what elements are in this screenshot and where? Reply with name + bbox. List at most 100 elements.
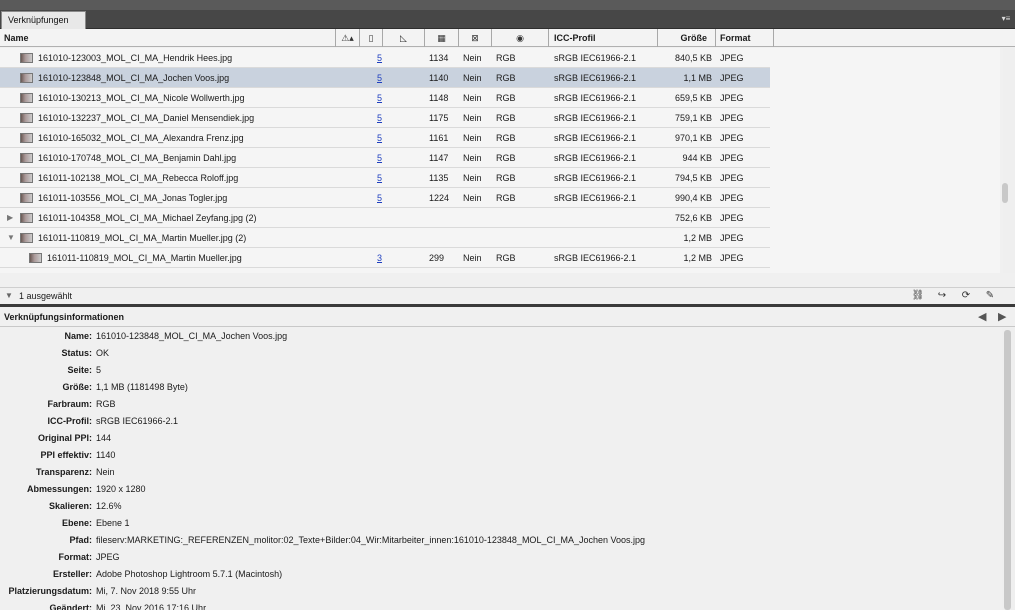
transparency-value: Nein: [463, 133, 482, 143]
size-value: 1,2 MB: [683, 233, 712, 243]
page-link[interactable]: 3: [377, 248, 382, 268]
transparency-value: Nein: [463, 253, 482, 263]
page-link[interactable]: 5: [377, 168, 382, 188]
info-label: Original PPI:: [37, 433, 92, 443]
ppi-value: 1175: [429, 113, 449, 123]
relink-icon[interactable]: ⛓: [909, 290, 927, 302]
prev-arrow-icon[interactable]: ◀: [978, 310, 986, 323]
table-row-group[interactable]: ▼ 161011-110819_MOL_CI_MA_Martin Mueller…: [0, 228, 770, 248]
table-row[interactable]: 161010-130213_MOL_CI_MA_Nicole Wollwerth…: [0, 88, 770, 108]
tab-links[interactable]: Verknüpfungen: [1, 11, 86, 29]
ppi-value: 1134: [429, 53, 449, 63]
column-header: Name ⚠▴ ▯ ◺ ▦ ⊠ ◉ ICC-Profil Größe Forma…: [0, 29, 1015, 47]
format-value: JPEG: [720, 213, 744, 223]
page-link[interactable]: 5: [377, 68, 382, 88]
info-label: Seite:: [67, 365, 92, 375]
info-scrollbar[interactable]: [1004, 330, 1011, 610]
info-value: 161010-123848_MOL_CI_MA_Jochen Voos.jpg: [96, 331, 288, 341]
info-row: Original PPI: 144: [0, 430, 1000, 447]
link-name: 161011-110819_MOL_CI_MA_Martin Mueller.j…: [38, 233, 247, 243]
info-row: Transparenz: Nein: [0, 464, 1000, 481]
list-scroll-track[interactable]: [1003, 48, 1015, 273]
transparency-value: Nein: [463, 113, 482, 123]
info-label: Geändert:: [49, 603, 92, 610]
colorspace-value: RGB: [496, 193, 516, 203]
col-icc[interactable]: ICC-Profil: [549, 29, 658, 47]
transparency-value: Nein: [463, 173, 482, 183]
table-row[interactable]: 161011-102138_MOL_CI_MA_Rebecca Roloff.j…: [0, 168, 770, 188]
page-link[interactable]: 5: [377, 188, 382, 208]
ppi-grid-icon[interactable]: ▦: [425, 29, 459, 47]
page-icon[interactable]: ▯: [360, 29, 383, 47]
thumbnail: [20, 113, 33, 123]
table-row-group[interactable]: ▶ 161011-104358_MOL_CI_MA_Michael Zeyfan…: [0, 208, 770, 228]
info-label: Ebene:: [61, 518, 92, 528]
page-link[interactable]: 5: [377, 108, 382, 128]
collapse-triangle-icon[interactable]: ▼: [7, 228, 15, 248]
transparency-value: Nein: [463, 153, 482, 163]
format-value: JPEG: [720, 253, 744, 263]
icc-value: sRGB IEC61966-2.1: [554, 93, 637, 103]
page-link[interactable]: 5: [377, 48, 382, 68]
table-row[interactable]: 161010-165032_MOL_CI_MA_Alexandra Frenz.…: [0, 128, 770, 148]
ppi-value: 1224: [429, 193, 450, 203]
info-row: Pfad: fileserv:MARKETING:_REFERENZEN_moli…: [0, 532, 1000, 549]
info-row: Platzierungsdatum: Mi, 7. Nov 2018 9:55 U…: [0, 583, 1000, 600]
size-value: 759,1 KB: [674, 113, 712, 123]
transparency-value: Nein: [463, 73, 482, 83]
info-label: Abmessungen:: [26, 484, 92, 494]
info-label: Größe:: [62, 382, 92, 392]
transparency-value: Nein: [463, 53, 482, 63]
icc-value: sRGB IEC61966-2.1: [554, 133, 637, 143]
info-toggle-icon[interactable]: ▼: [5, 291, 13, 300]
expand-triangle-icon[interactable]: ▶: [7, 208, 15, 228]
info-label: Transparenz:: [35, 467, 92, 477]
colorspace-icon[interactable]: ◉: [492, 29, 549, 47]
format-value: JPEG: [720, 193, 744, 203]
page-link[interactable]: 5: [377, 88, 382, 108]
format-value: JPEG: [720, 173, 744, 183]
link-name: 161011-102138_MOL_CI_MA_Rebecca Roloff.j…: [38, 173, 239, 183]
col-size[interactable]: Größe: [658, 29, 716, 47]
table-row-child[interactable]: 161011-110819_MOL_CI_MA_Martin Mueller.j…: [0, 248, 770, 268]
info-value: Mi, 23. Nov 2016 17:16 Uhr: [96, 603, 207, 610]
format-value: JPEG: [720, 53, 744, 63]
info-row: Größe: 1,1 MB (1181498 Byte): [0, 379, 1000, 396]
page-link[interactable]: 5: [377, 148, 382, 168]
info-label: Platzierungsdatum:: [8, 586, 92, 596]
colorspace-value: RGB: [496, 53, 516, 63]
list-scrollbar[interactable]: [1002, 183, 1008, 203]
info-label: Ersteller:: [52, 569, 92, 579]
edit-original-icon[interactable]: ✎: [981, 290, 999, 302]
next-arrow-icon[interactable]: ▶: [998, 310, 1006, 323]
page-link[interactable]: 5: [377, 128, 382, 148]
table-row[interactable]: 161010-123003_MOL_CI_MA_Hendrik Hees.jpg…: [0, 48, 770, 68]
table-row[interactable]: 161010-132237_MOL_CI_MA_Daniel Mensendie…: [0, 108, 770, 128]
panel-menu-icon[interactable]: ▾≡: [1001, 14, 1011, 24]
link-name: 161011-104358_MOL_CI_MA_Michael Zeyfang.…: [38, 213, 257, 223]
goto-link-icon[interactable]: ↪: [933, 290, 951, 302]
info-label: Skalieren:: [48, 501, 92, 511]
thumbnail: [20, 173, 33, 183]
size-value: 970,1 KB: [674, 133, 712, 143]
col-format[interactable]: Format: [716, 29, 774, 47]
info-value: Adobe Photoshop Lightroom 5.7.1 (Macinto…: [96, 569, 283, 579]
transparency-icon[interactable]: ⊠: [459, 29, 492, 47]
size-value: 752,6 KB: [674, 213, 712, 223]
warning-icon[interactable]: ⚠▴: [336, 29, 360, 47]
info-value: 1140: [96, 450, 116, 460]
table-row[interactable]: 161011-103556_MOL_CI_MA_Jonas Togler.jpg…: [0, 188, 770, 208]
angle-icon[interactable]: ◺: [383, 29, 425, 47]
table-row-selected[interactable]: 161010-123848_MOL_CI_MA_Jochen Voos.jpg …: [0, 68, 770, 88]
thumbnail: [20, 213, 33, 223]
ppi-value: 1147: [429, 153, 449, 163]
size-value: 1,2 MB: [683, 253, 712, 263]
info-value: sRGB IEC61966-2.1: [96, 416, 179, 426]
colorspace-value: RGB: [496, 173, 516, 183]
update-link-icon[interactable]: ⟳: [957, 290, 975, 302]
info-value: 5: [96, 365, 102, 375]
colorspace-value: RGB: [496, 73, 516, 83]
table-row[interactable]: 161010-170748_MOL_CI_MA_Benjamin Dahl.jp…: [0, 148, 770, 168]
col-name[interactable]: Name: [4, 29, 336, 47]
icc-value: sRGB IEC61966-2.1: [554, 193, 637, 203]
